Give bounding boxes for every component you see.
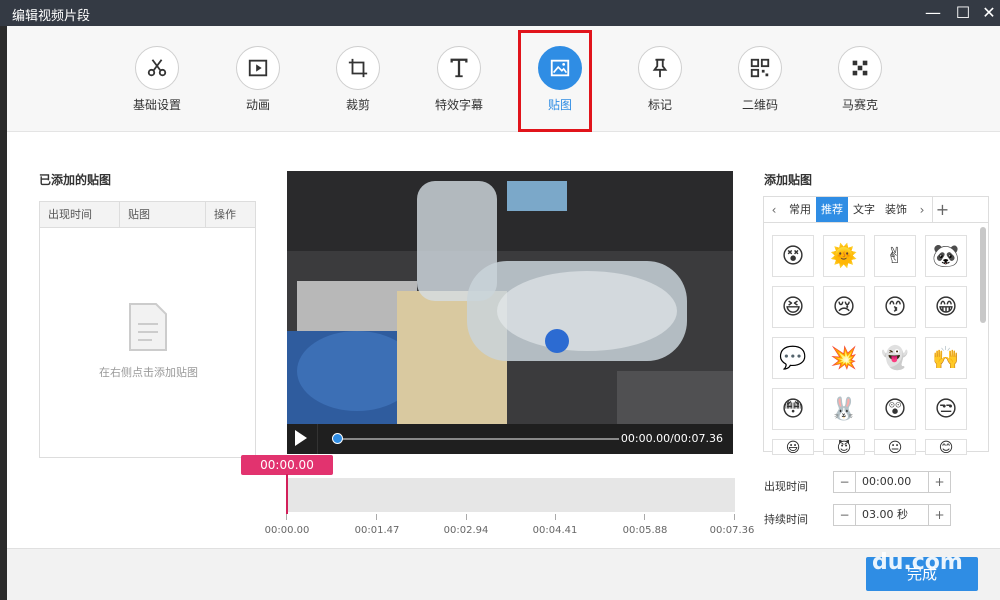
tick-mark <box>734 514 735 520</box>
tick-label: 00:05.88 <box>622 525 668 536</box>
minimize-button[interactable]: — <box>920 2 946 24</box>
duration-label: 持续时间 <box>764 513 808 526</box>
tool-label: 动画 <box>245 98 270 112</box>
sticker-item[interactable]: 👻 <box>874 337 916 379</box>
added-stickers-table: 出现时间 贴图 操作 在右侧点击添加贴图 <box>39 201 256 458</box>
timeline-track[interactable] <box>287 478 735 512</box>
sticker-item[interactable]: 😒 <box>925 388 967 430</box>
divider <box>317 424 318 454</box>
tab-decoration[interactable]: 装饰 <box>880 197 912 222</box>
video-preview <box>287 171 733 453</box>
tick-label: 00:01.47 <box>354 525 400 536</box>
mosaic-icon <box>838 46 882 90</box>
sticker-item[interactable]: 😆 <box>772 286 814 328</box>
tool-label: 特效字幕 <box>434 98 483 112</box>
tool-mosaic[interactable]: 马赛克 <box>815 46 905 113</box>
tick-label: 00:02.94 <box>443 525 489 536</box>
playhead[interactable] <box>286 474 288 514</box>
play-box-icon <box>236 46 280 90</box>
empty-hint: 在右侧点击添加贴图 <box>99 366 198 379</box>
watermark-text: du.com <box>872 550 963 575</box>
video-frame <box>287 171 733 453</box>
tab-text[interactable]: 文字 <box>848 197 880 222</box>
sticker-item[interactable]: 😐 <box>874 439 916 455</box>
tick-mark <box>466 514 467 520</box>
scissors-icon <box>135 46 179 90</box>
tool-label: 基础设置 <box>132 98 181 112</box>
progress-knob[interactable] <box>332 433 343 444</box>
tool-animation[interactable]: 动画 <box>213 46 303 113</box>
feature-toolbar: 基础设置 动画 裁剪 特效字幕 贴图 标记 二维码 马赛克 <box>7 26 1000 132</box>
sticker-item[interactable]: 💬 <box>772 337 814 379</box>
tool-label: 二维码 <box>741 98 778 112</box>
tool-label: 马赛克 <box>841 98 878 112</box>
tool-crop[interactable]: 裁剪 <box>313 46 403 113</box>
sticker-item[interactable]: 😙 <box>874 286 916 328</box>
sticker-item[interactable]: 🌞 <box>823 235 865 277</box>
sticker-item[interactable]: 😢 <box>823 286 865 328</box>
tick-mark <box>555 514 556 520</box>
title-bar: 编辑视频片段 — ☐ ✕ <box>0 0 1000 26</box>
qrcode-icon <box>738 46 782 90</box>
appear-time-label: 出现时间 <box>764 480 808 493</box>
sticker-tabs: ‹ 常用 推荐 文字 装饰 › + <box>764 197 988 223</box>
watermark: du.com <box>830 470 1000 575</box>
sticker-item[interactable]: 😊 <box>925 439 967 455</box>
close-button[interactable]: ✕ <box>976 2 1000 24</box>
sticker-item[interactable]: 😵 <box>772 235 814 277</box>
tick-label: 00:07.36 <box>709 525 755 536</box>
sticker-item[interactable]: 😁 <box>925 286 967 328</box>
playhead-label[interactable]: 00:00.00 <box>241 455 333 475</box>
tool-label: 标记 <box>647 98 672 112</box>
sticker-item[interactable]: 🐰 <box>823 388 865 430</box>
crop-icon <box>336 46 380 90</box>
tool-effect-subtitle[interactable]: 特效字幕 <box>414 46 504 113</box>
player-controls: 00:00.00/00:07.36 <box>287 424 733 454</box>
tabs-next-button[interactable]: › <box>912 197 932 222</box>
sticker-library-title: 添加贴图 <box>764 173 813 187</box>
column-header: 贴图 <box>120 202 206 227</box>
tab-recommended[interactable]: 推荐 <box>816 197 848 222</box>
play-icon[interactable] <box>295 430 307 446</box>
sticker-item[interactable]: 💥 <box>823 337 865 379</box>
tool-marker[interactable]: 标记 <box>615 46 705 113</box>
empty-document-icon <box>126 302 170 355</box>
sticker-scrollbar[interactable] <box>980 227 986 323</box>
highlight-box <box>518 30 592 132</box>
pin-icon <box>638 46 682 90</box>
maximize-button[interactable]: ☐ <box>950 2 976 24</box>
progress-track[interactable] <box>337 438 619 440</box>
add-category-button[interactable]: + <box>932 197 952 222</box>
tool-basic-settings[interactable]: 基础设置 <box>112 46 202 113</box>
added-stickers-title: 已添加的贴图 <box>39 173 112 187</box>
sticker-item[interactable]: 😈 <box>823 439 865 455</box>
tick-label: 00:04.41 <box>532 525 578 536</box>
text-icon <box>437 46 481 90</box>
sticker-item[interactable]: ✌ <box>874 235 916 277</box>
column-header: 出现时间 <box>40 202 120 227</box>
tabs-prev-button[interactable]: ‹ <box>764 197 784 222</box>
column-header: 操作 <box>214 208 236 221</box>
tick-mark <box>644 514 645 520</box>
sticker-item[interactable]: 🐼 <box>925 235 967 277</box>
sticker-library: ‹ 常用 推荐 文字 装饰 › + 😵 🌞 ✌ 🐼 😆 😢 😙 😁 💬 💥 👻 🙌 😳 🐰 😲 😒 😃 😈 😐 😊 <box>763 196 989 455</box>
tool-qrcode[interactable]: 二维码 <box>715 46 805 113</box>
tick-mark <box>376 514 377 520</box>
table-header: 出现时间 贴图 操作 <box>40 202 255 228</box>
tab-common[interactable]: 常用 <box>784 197 816 222</box>
sticker-item[interactable]: 😃 <box>772 439 814 455</box>
tick-mark <box>286 514 287 520</box>
sticker-item[interactable]: 😲 <box>874 388 916 430</box>
window-title: 编辑视频片段 <box>12 9 91 24</box>
sticker-item[interactable]: 😳 <box>772 388 814 430</box>
time-display: 00:00.00/00:07.36 <box>620 432 723 445</box>
tool-label: 裁剪 <box>345 98 370 112</box>
sticker-item[interactable]: 🙌 <box>925 337 967 379</box>
tick-label: 00:00.00 <box>264 525 310 536</box>
